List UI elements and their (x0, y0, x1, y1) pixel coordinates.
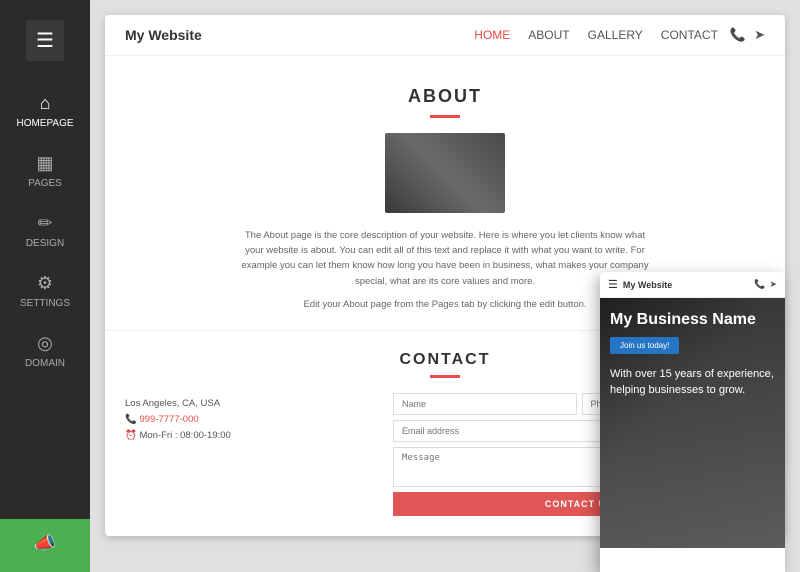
contact-phone: 📞 999-7777-000 (125, 414, 373, 425)
nav-gallery[interactable]: GALLERY (588, 28, 643, 42)
name-input[interactable] (393, 393, 577, 415)
mobile-join-button[interactable]: Join us today! (610, 337, 679, 354)
mobile-phone-icon: 📞 (754, 279, 765, 290)
sidebar-item-settings[interactable]: ⚙ SETTINGS (0, 261, 90, 321)
contact-hours: ⏰ Mon-Fri : 08:00-19:00 (125, 430, 373, 441)
nav-home[interactable]: HOME (474, 28, 510, 42)
mobile-logo: My Website (623, 280, 754, 290)
mobile-hero-content: My Business Name Join us today! With ove… (600, 298, 785, 548)
sidebar-top: ☰ (0, 10, 90, 71)
site-nav-icons: 📞 ➤ (730, 27, 765, 43)
contact-underline (430, 375, 460, 378)
nav-about[interactable]: ABOUT (528, 28, 569, 42)
pages-icon: ▦ (36, 153, 53, 174)
direction-nav-icon: ➤ (754, 27, 765, 43)
mobile-description: With over 15 years of experience, helpin… (610, 367, 775, 398)
mobile-business-name: My Business Name (610, 310, 775, 329)
mobile-hamburger-icon: ☰ (608, 278, 618, 291)
contact-info: Los Angeles, CA, USA 📞 999-7777-000 ⏰ Mo… (125, 393, 373, 441)
sidebar: ☰ ⌂ HOMEPAGE ▦ PAGES ✏ DESIGN ⚙ SETTINGS… (0, 0, 90, 572)
about-underline (430, 115, 460, 118)
nav-contact[interactable]: CONTACT (661, 28, 718, 42)
site-logo: My Website (125, 27, 474, 43)
phone-nav-icon: 📞 (730, 27, 746, 43)
hamburger-icon[interactable]: ☰ (26, 20, 64, 61)
site-nav-links: HOME ABOUT GALLERY CONTACT (474, 28, 718, 42)
mobile-direction-icon: ➤ (769, 279, 777, 290)
contact-address: Los Angeles, CA, USA (125, 398, 373, 409)
domain-icon: ◎ (37, 333, 53, 354)
mobile-hero: My Business Name Join us today! With ove… (600, 298, 785, 548)
about-image (385, 133, 505, 213)
mobile-preview: ☰ My Website 📞 ➤ My Business Name Join u… (600, 272, 785, 572)
home-icon: ⌂ (40, 93, 51, 114)
site-navbar: My Website HOME ABOUT GALLERY CONTACT 📞 … (105, 15, 785, 56)
about-description: The About page is the core description o… (235, 228, 655, 289)
sidebar-item-promote[interactable]: 📣 (0, 519, 90, 572)
mobile-nav-icons: 📞 ➤ (754, 279, 777, 290)
sidebar-item-pages[interactable]: ▦ PAGES (0, 141, 90, 201)
about-image-inner (385, 133, 505, 213)
settings-icon: ⚙ (37, 273, 53, 294)
about-title: ABOUT (125, 86, 765, 107)
design-icon: ✏ (37, 213, 52, 234)
promote-icon: 📣 (34, 533, 56, 554)
sidebar-item-design[interactable]: ✏ DESIGN (0, 201, 90, 261)
mobile-navbar: ☰ My Website 📞 ➤ (600, 272, 785, 298)
sidebar-item-domain[interactable]: ◎ DOMAIN (0, 321, 90, 381)
main-area: My Website HOME ABOUT GALLERY CONTACT 📞 … (90, 0, 800, 572)
sidebar-item-homepage[interactable]: ⌂ HOMEPAGE (0, 81, 90, 141)
